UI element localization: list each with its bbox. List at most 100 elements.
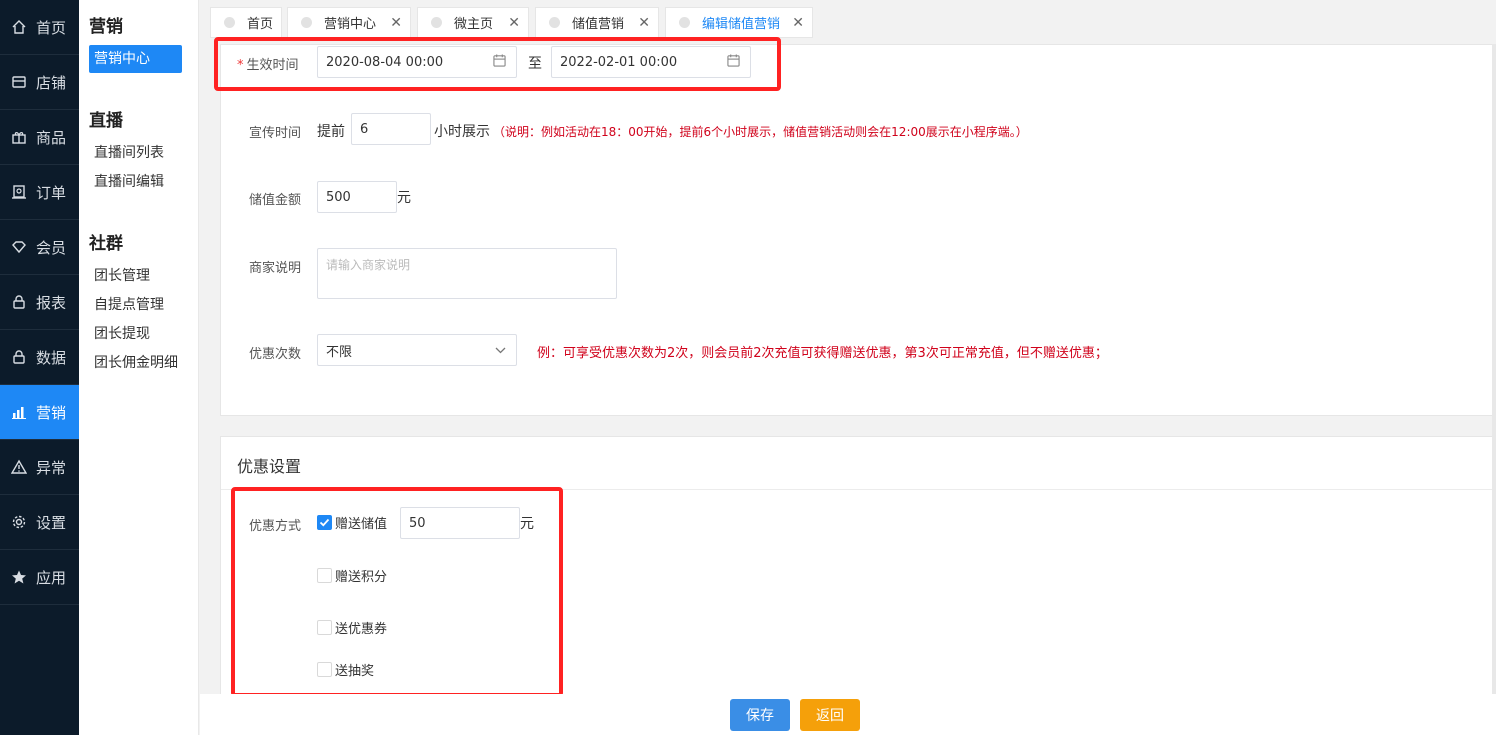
submenu-item-leader-manage[interactable]: 团长管理 bbox=[79, 262, 150, 291]
nav-item-exception[interactable]: 异常 bbox=[0, 440, 79, 495]
tab-dot-icon bbox=[431, 17, 442, 28]
nav-item-store[interactable]: 店铺 bbox=[0, 55, 79, 110]
send-coupon-label: 送优惠券 bbox=[335, 622, 388, 637]
submenu-item-live-list[interactable]: 直播间列表 bbox=[79, 139, 164, 168]
submenu-section-title: 营销 bbox=[89, 17, 123, 37]
discount-settings-panel: 优惠设置 优惠方式 赠送储值 50 元 赠送积分 送优惠券 送抽奖 bbox=[220, 436, 1496, 696]
tab-edit-stored-value[interactable]: 编辑储值营销 ✕ bbox=[665, 7, 813, 38]
close-icon[interactable]: ✕ bbox=[792, 15, 804, 31]
discount-method-label: 优惠方式 bbox=[249, 519, 302, 534]
tab-marketing-center[interactable]: 营销中心 ✕ bbox=[287, 7, 411, 38]
calendar-icon bbox=[493, 53, 506, 71]
submenu-item-leader-commission[interactable]: 团长佣金明细 bbox=[79, 349, 178, 378]
required-mark: * bbox=[237, 58, 244, 73]
basic-form-panel: * 生效时间 2020-08-04 00:00 至 2022-02-01 00:0… bbox=[220, 44, 1496, 416]
scrollbar[interactable] bbox=[1492, 44, 1496, 694]
nav-item-data[interactable]: 数据 bbox=[0, 330, 79, 385]
effective-time-text: 生效时间 bbox=[246, 58, 299, 73]
nav-item-settings[interactable]: 设置 bbox=[0, 495, 79, 550]
promo-time-label: 宣传时间 bbox=[249, 126, 302, 141]
discount-times-note: 例：可享受优惠次数为2次，则会员前2次充值可获得赠送优惠，第3次可正常充值，但不… bbox=[537, 346, 1108, 361]
tab-bar: 首页 营销中心 ✕ 微主页 ✕ 储值营销 ✕ 编辑储值营销 ✕ bbox=[200, 0, 1496, 44]
gift-value: 50 bbox=[409, 515, 426, 531]
sub-menu: 营销 营销中心 直播 直播间列表 直播间编辑 社群 团长管理 自提点管理 团长提… bbox=[79, 0, 199, 735]
submenu-section-title: 直播 bbox=[89, 111, 123, 131]
amount-value: 500 bbox=[326, 189, 351, 205]
promo-note: （说明：例如活动在18：00开始，提前6个小时展示，储值营销活动则会在12:00… bbox=[493, 125, 1028, 139]
main-nav: 首页 店铺 商品 订单 会员 报表 数据 营销 异常 设置 应用 bbox=[0, 0, 79, 735]
nav-item-label: 店铺 bbox=[36, 73, 67, 92]
submenu-item-marketing-center[interactable]: 营销中心 bbox=[89, 45, 182, 73]
nav-item-marketing[interactable]: 营销 bbox=[0, 385, 79, 440]
effective-time-label: * 生效时间 bbox=[237, 54, 299, 73]
nav-item-label: 报表 bbox=[36, 293, 67, 312]
send-lottery-checkbox[interactable] bbox=[317, 662, 332, 677]
nav-item-label: 异常 bbox=[36, 458, 67, 477]
amount-unit: 元 bbox=[397, 190, 411, 206]
nav-item-report[interactable]: 报表 bbox=[0, 275, 79, 330]
lock-icon bbox=[10, 293, 28, 311]
nav-item-label: 应用 bbox=[36, 568, 67, 587]
discount-times-value: 不限 bbox=[326, 344, 353, 360]
diamond-icon bbox=[10, 238, 28, 256]
section-title: 优惠设置 bbox=[237, 457, 302, 476]
tab-label: 编辑储值营销 bbox=[702, 17, 781, 32]
amount-input[interactable]: 500 bbox=[317, 181, 397, 213]
gift-points-label: 赠送积分 bbox=[335, 570, 388, 585]
save-button[interactable]: 保存 bbox=[730, 699, 790, 731]
store-icon bbox=[10, 73, 28, 91]
star-icon bbox=[10, 568, 28, 586]
submenu-section-title: 社群 bbox=[89, 234, 123, 254]
check-icon bbox=[319, 518, 330, 527]
nav-item-label: 商品 bbox=[36, 128, 67, 147]
gift-stored-value-label: 赠送储值 bbox=[335, 517, 388, 532]
tab-home[interactable]: 首页 bbox=[210, 7, 282, 38]
send-lottery-label: 送抽奖 bbox=[335, 664, 375, 679]
lock-icon bbox=[10, 348, 28, 366]
gift-points-checkbox[interactable] bbox=[317, 568, 332, 583]
close-icon[interactable]: ✕ bbox=[638, 15, 650, 31]
nav-item-member[interactable]: 会员 bbox=[0, 220, 79, 275]
tab-dot-icon bbox=[679, 17, 690, 28]
nav-item-label: 设置 bbox=[36, 513, 67, 532]
promo-suffix: 小时展示 bbox=[434, 124, 490, 140]
home-icon bbox=[10, 18, 28, 36]
tab-label: 首页 bbox=[247, 17, 274, 32]
promo-hours-input[interactable]: 6 bbox=[351, 113, 431, 145]
gift-stored-value-checkbox[interactable] bbox=[317, 515, 332, 530]
submenu-item-leader-withdraw[interactable]: 团长提现 bbox=[79, 320, 150, 349]
tab-stored-value[interactable]: 储值营销 ✕ bbox=[535, 7, 659, 38]
gift-icon bbox=[10, 128, 28, 146]
nav-item-order[interactable]: 订单 bbox=[0, 165, 79, 220]
nav-item-label: 数据 bbox=[36, 348, 67, 367]
merchant-desc-textarea[interactable]: 请输入商家说明 bbox=[317, 248, 617, 299]
discount-times-select[interactable]: 不限 bbox=[317, 334, 517, 366]
date-range-separator: 至 bbox=[528, 56, 542, 72]
footer-bar: 保存 返回 bbox=[200, 694, 1496, 735]
discount-times-label: 优惠次数 bbox=[249, 347, 302, 362]
gift-value-unit: 元 bbox=[520, 516, 534, 532]
end-date-input[interactable]: 2022-02-01 00:00 bbox=[551, 46, 751, 78]
close-icon[interactable]: ✕ bbox=[508, 15, 520, 31]
close-icon[interactable]: ✕ bbox=[390, 15, 402, 31]
nav-item-label: 订单 bbox=[36, 183, 67, 202]
submenu-item-pickup-manage[interactable]: 自提点管理 bbox=[79, 291, 164, 320]
tab-micro-home[interactable]: 微主页 ✕ bbox=[417, 7, 529, 38]
nav-item-home[interactable]: 首页 bbox=[0, 0, 79, 55]
back-button[interactable]: 返回 bbox=[800, 699, 860, 731]
warning-icon bbox=[10, 458, 28, 476]
amount-label: 储值金额 bbox=[249, 193, 302, 208]
gift-value-input[interactable]: 50 bbox=[400, 507, 520, 539]
submenu-item-live-edit[interactable]: 直播间编辑 bbox=[79, 168, 164, 197]
nav-item-label: 营销 bbox=[36, 403, 67, 422]
bar-chart-icon bbox=[10, 403, 28, 421]
tab-label: 微主页 bbox=[454, 17, 494, 32]
send-coupon-checkbox[interactable] bbox=[317, 620, 332, 635]
nav-item-apps[interactable]: 应用 bbox=[0, 550, 79, 605]
tab-dot-icon bbox=[224, 17, 235, 28]
tab-label: 营销中心 bbox=[324, 17, 377, 32]
nav-item-goods[interactable]: 商品 bbox=[0, 110, 79, 165]
tab-label: 储值营销 bbox=[572, 17, 625, 32]
nav-item-label: 首页 bbox=[36, 18, 67, 37]
start-date-input[interactable]: 2020-08-04 00:00 bbox=[317, 46, 517, 78]
